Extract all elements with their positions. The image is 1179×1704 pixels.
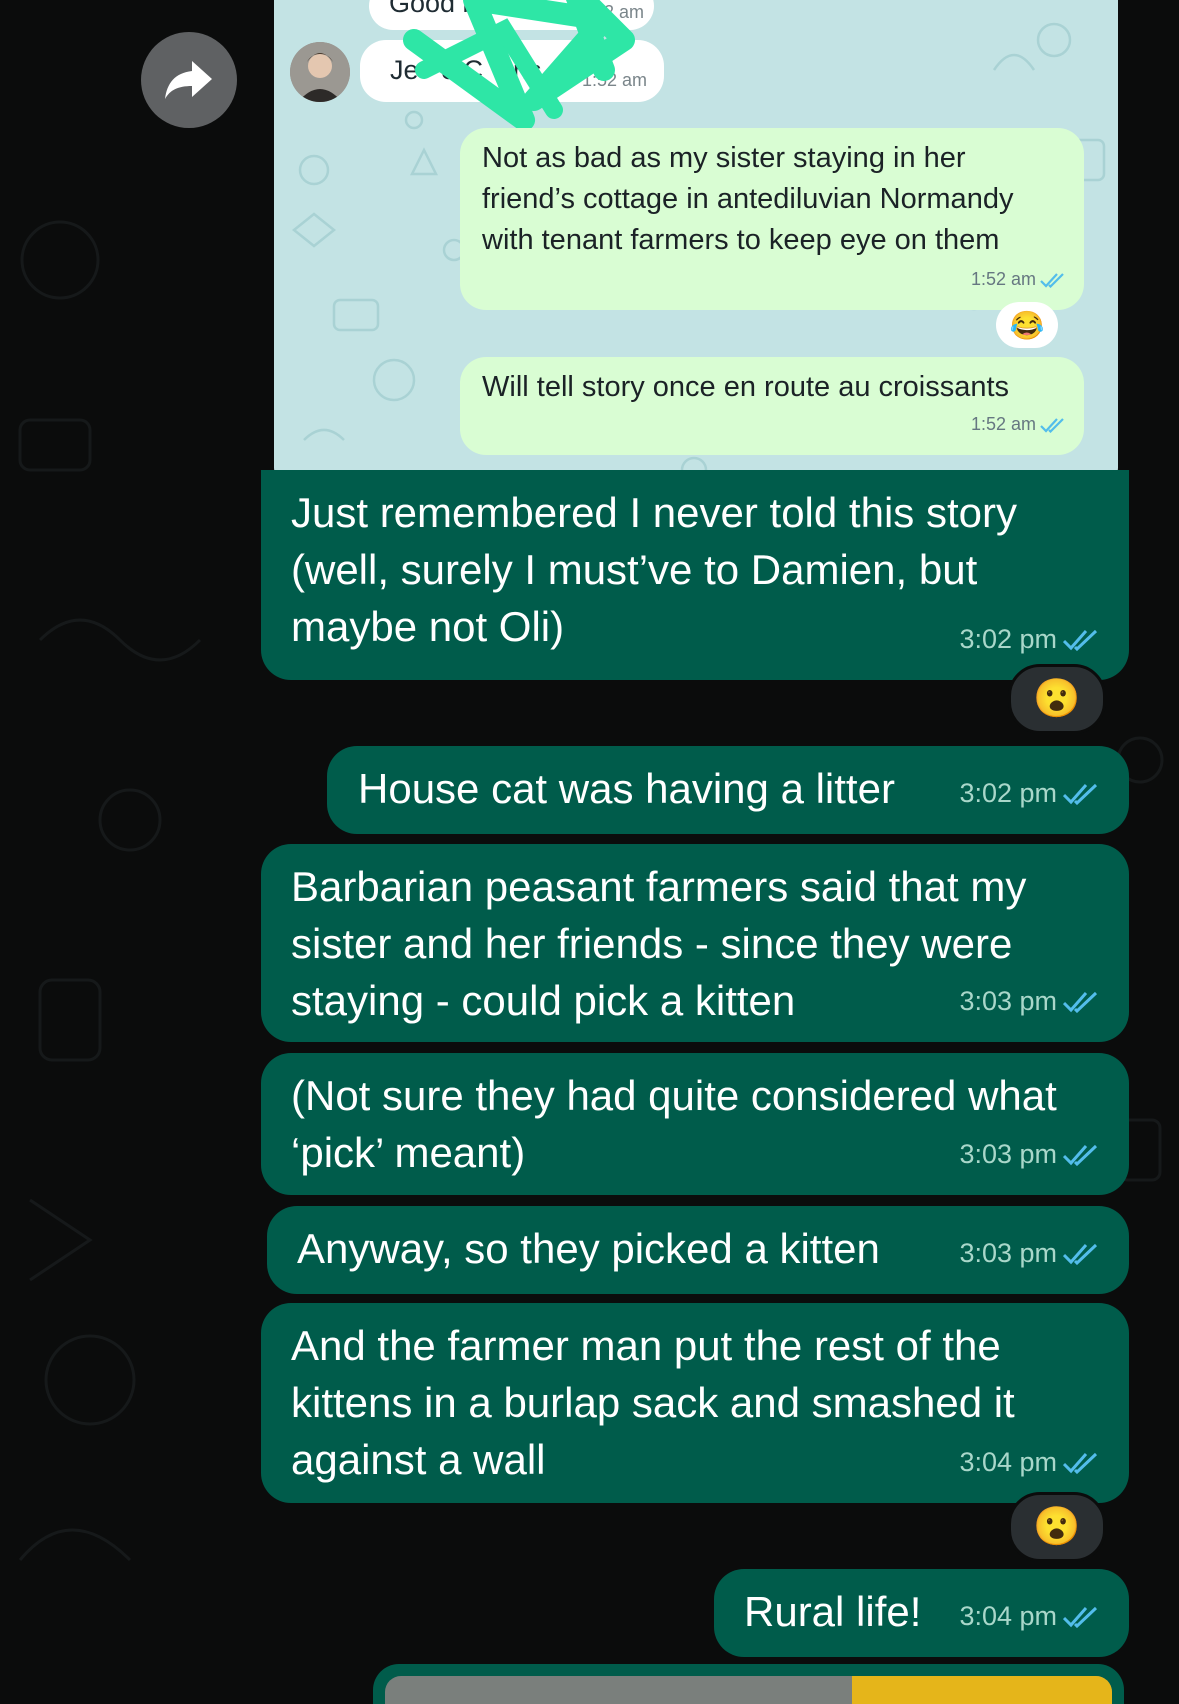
- quoted-chat-screenshot[interactable]: Good ide 1:52 am Je e C ns 1:52 am Not a…: [274, 0, 1118, 482]
- quoted-outgoing-2-time: 1:52 am: [970, 414, 1036, 434]
- message-meta: 3:03 pm: [959, 1225, 1099, 1282]
- image-preview-highlight: [852, 1676, 1112, 1704]
- quoted-outgoing-meta: 1:52 am: [971, 259, 1066, 300]
- surprised-emoji-icon: 😮: [1033, 678, 1081, 720]
- message-text: Just remembered I never told this story …: [291, 489, 1017, 650]
- read-ticks-icon: [1063, 1144, 1098, 1166]
- message-bubble[interactable]: Rural life! 3:04 pm: [714, 1569, 1129, 1657]
- message-time: 3:04 pm: [959, 1601, 1057, 1631]
- read-ticks-icon: [1063, 1452, 1098, 1474]
- message-text: Rural life!: [744, 1588, 922, 1635]
- message-time: 3:02 pm: [959, 624, 1057, 654]
- message-text: Anyway, so they picked a kitten: [297, 1225, 880, 1272]
- read-ticks-icon: [1063, 991, 1098, 1013]
- forward-arrow-icon: [165, 61, 212, 99]
- message-bubble[interactable]: House cat was having a litter 3:02 pm: [327, 746, 1129, 834]
- message-meta: 3:04 pm: [959, 1588, 1099, 1645]
- message-meta: 3:02 pm: [959, 765, 1099, 822]
- quoted-reaction: 😂: [996, 302, 1058, 348]
- message-time: 3:03 pm: [959, 1139, 1057, 1169]
- message-bubble[interactable]: (Not sure they had quite considered what…: [261, 1053, 1129, 1195]
- message-reaction[interactable]: 😮: [1008, 1492, 1106, 1562]
- quoted-outgoing-2-meta: 1:52 am: [971, 404, 1066, 445]
- quoted-outgoing-message: Not as bad as my sister staying in her f…: [460, 128, 1084, 310]
- message-reaction[interactable]: 😮: [1008, 664, 1106, 734]
- message-meta: 3:03 pm: [959, 973, 1099, 1030]
- message-bubble[interactable]: Barbarian peasant farmers said that my s…: [261, 844, 1129, 1042]
- quoted-outgoing-message-2: Will tell story once en route au croissa…: [460, 357, 1084, 455]
- message-time: 3:04 pm: [959, 1447, 1057, 1477]
- read-ticks-icon: [1063, 1243, 1098, 1265]
- quoted-outgoing-time: 1:52 am: [970, 269, 1036, 289]
- message-text: Barbarian peasant farmers said that my s…: [291, 863, 1027, 1024]
- read-ticks-icon: [1040, 272, 1064, 288]
- image-preview: [385, 1676, 1112, 1704]
- quoted-outgoing-text: Not as bad as my sister staying in her f…: [482, 142, 1014, 256]
- surprised-emoji-icon: 😮: [1033, 1506, 1081, 1548]
- forward-button[interactable]: [141, 32, 237, 128]
- message-meta: 3:03 pm: [959, 1126, 1099, 1183]
- message-text: House cat was having a litter: [358, 765, 895, 812]
- read-ticks-icon: [1040, 417, 1064, 433]
- message-meta: 3:02 pm: [959, 611, 1099, 668]
- read-ticks-icon: [1063, 629, 1098, 651]
- next-message-preview[interactable]: [373, 1664, 1124, 1704]
- message-text: And the farmer man put the rest of the k…: [291, 1322, 1015, 1483]
- message-time: 3:03 pm: [959, 986, 1057, 1016]
- message-bubble[interactable]: Anyway, so they picked a kitten 3:03 pm: [267, 1206, 1129, 1294]
- message-bubble[interactable]: And the farmer man put the rest of the k…: [261, 1303, 1129, 1503]
- message-bubble[interactable]: Just remembered I never told this story …: [261, 470, 1129, 680]
- read-ticks-icon: [1063, 783, 1098, 805]
- message-time: 3:03 pm: [959, 1238, 1057, 1268]
- message-time: 3:02 pm: [959, 778, 1057, 808]
- quoted-outgoing-2-text: Will tell story once en route au croissa…: [482, 371, 1010, 403]
- read-ticks-icon: [1063, 1606, 1098, 1628]
- laughing-emoji-icon: 😂: [1009, 309, 1045, 341]
- message-meta: 3:04 pm: [959, 1434, 1099, 1491]
